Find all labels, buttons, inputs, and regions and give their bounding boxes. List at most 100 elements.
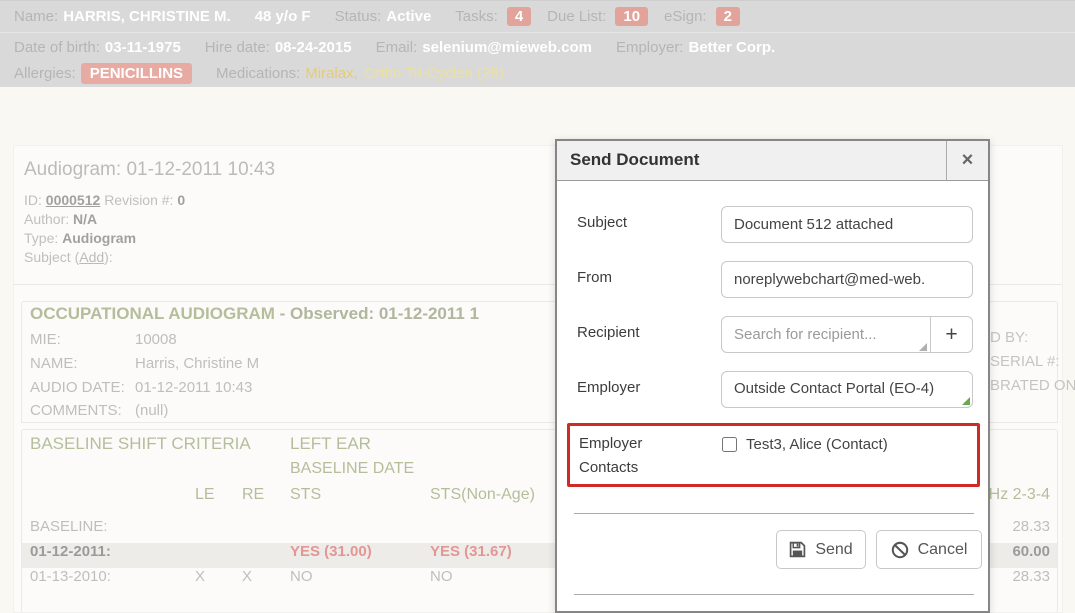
subject-input[interactable]	[721, 206, 973, 243]
row-label: 01-13-2010:	[30, 568, 111, 585]
modal-title: Send Document	[570, 150, 699, 170]
allergy-badge[interactable]: PENICILLINS	[81, 63, 192, 84]
patient-header-row-3: Allergies: PENICILLINS Medications: Mira…	[0, 60, 1075, 86]
row-sts-value: NO	[290, 568, 313, 585]
patient-header-row-1: Name: HARRIS, CHRISTINE M. 48 y/o F Stat…	[0, 1, 1075, 33]
subject-suffix: ):	[104, 249, 113, 265]
col-header-sts: STS	[290, 486, 321, 504]
audiogram-right-meta: SERIAL #:	[990, 353, 1059, 370]
send-button[interactable]: Send	[776, 530, 866, 569]
document-id-link[interactable]: 0000512	[46, 192, 101, 208]
esign-count-badge[interactable]: 2	[716, 7, 740, 26]
patient-name: HARRIS, CHRISTINE M.	[63, 8, 231, 25]
meta-value: 01-12-2011 10:43	[135, 379, 252, 396]
baseline-section-title: BASELINE SHIFT CRITERIA	[30, 434, 251, 454]
esign-label: eSign:	[664, 8, 707, 25]
cancel-button-label: Cancel	[918, 541, 968, 559]
audiogram-right-meta: D BY:	[990, 329, 1028, 346]
allergies-label: Allergies:	[14, 65, 76, 82]
document-id-line: ID: 0000512 Revision #: 0	[24, 191, 185, 210]
medication-item-2[interactable]: Ortho Tri-Cyclen (28)	[364, 65, 504, 82]
audiogram-meta-row: AUDIO DATE:01-12-2011 10:43	[30, 379, 252, 396]
name-label: Name:	[14, 8, 58, 25]
hire-date-value: 08-24-2015	[275, 39, 352, 56]
from-field-label: From	[577, 269, 612, 286]
row-sts-value: YES (31.00)	[290, 543, 372, 560]
dob-label: Date of birth:	[14, 39, 100, 56]
subject-prefix: Subject (	[24, 249, 79, 265]
document-type-line: Type: Audiogram	[24, 229, 185, 248]
save-icon	[789, 541, 806, 558]
employer-contacts-label-line1: Employer	[579, 432, 689, 456]
document-author-line: Author: N/A	[24, 210, 185, 229]
audiogram-meta-row: NAME:Harris, Christine M	[30, 355, 259, 372]
document-title: Audiogram: 01-12-2011 10:43	[24, 159, 275, 181]
meta-label: AUDIO DATE:	[30, 379, 135, 396]
meta-value: (null)	[135, 402, 168, 419]
employer-contacts-label: Employer Contacts	[579, 432, 689, 480]
employer-contact-checkbox[interactable]	[722, 437, 737, 452]
email-value: selenium@mieweb.com	[422, 39, 592, 56]
subject-add-link[interactable]: Add	[79, 249, 104, 265]
resize-handle-icon	[919, 343, 927, 351]
audiogram-right-meta: BRATED ON	[990, 377, 1075, 394]
tasks-count-badge[interactable]: 4	[507, 7, 531, 26]
meta-value: Harris, Christine M	[135, 355, 259, 372]
audiogram-title-observed: - Observed: 01-12-2011 1	[275, 304, 479, 323]
row-sts-nonage-value: NO	[430, 568, 453, 585]
meta-label: MIE:	[30, 331, 135, 348]
id-label: ID:	[24, 192, 42, 208]
row-re-value: X	[242, 568, 252, 585]
close-icon[interactable]: ×	[946, 141, 988, 181]
send-document-modal: Send Document × Subject From Recipient +…	[555, 139, 990, 613]
revision-value: 0	[177, 192, 185, 208]
audiogram-section-title: OCCUPATIONAL AUDIOGRAM - Observed: 01-12…	[30, 304, 479, 324]
subject-field-label: Subject	[577, 214, 627, 231]
author-label: Author:	[24, 211, 69, 227]
revision-label: Revision #:	[104, 192, 173, 208]
email-label: Email:	[376, 39, 418, 56]
cancel-button[interactable]: Cancel	[876, 530, 982, 569]
audiogram-title-main: OCCUPATIONAL AUDIOGRAM	[30, 304, 275, 323]
type-label: Type:	[24, 230, 58, 246]
meta-label: COMMENTS:	[30, 402, 135, 419]
due-list-count-badge[interactable]: 10	[615, 7, 648, 26]
send-button-label: Send	[815, 541, 852, 559]
tasks-label: Tasks:	[455, 8, 498, 25]
modal-header[interactable]: Send Document ×	[557, 141, 988, 181]
row-label: BASELINE:	[30, 518, 108, 535]
patient-header: Name: HARRIS, CHRISTINE M. 48 y/o F Stat…	[0, 0, 1075, 87]
recipient-search-input[interactable]	[721, 316, 931, 353]
footer-divider-top	[574, 513, 974, 514]
due-list-label: Due List:	[547, 8, 606, 25]
from-input[interactable]	[721, 261, 973, 298]
annotation-highlight-box: Employer Contacts Test3, Alice (Contact)	[567, 423, 980, 487]
cancel-icon	[891, 541, 909, 559]
employer-contacts-label-line2: Contacts	[579, 456, 689, 480]
left-ear-title: LEFT EAR	[290, 434, 371, 454]
medications-label: Medications:	[216, 65, 300, 82]
col-header-sts-nonage: STS(Non-Age)	[430, 486, 535, 504]
row-le-value: X	[195, 568, 205, 585]
medication-item-1[interactable]: Miralax,	[305, 65, 358, 82]
audiogram-meta-row: MIE:10008	[30, 331, 177, 348]
employer-contact-option[interactable]: Test3, Alice (Contact)	[722, 436, 888, 453]
row-sts-nonage-value: YES (31.67)	[430, 543, 512, 560]
row-label: 01-12-2011:	[30, 543, 111, 560]
recipient-field-label: Recipient	[577, 324, 640, 341]
status-value: Active	[386, 8, 431, 25]
status-label: Status:	[335, 8, 382, 25]
employer-select-value: Outside Contact Portal (EO-4)	[734, 380, 934, 397]
baseline-date-title: BASELINE DATE	[290, 460, 414, 478]
employer-contact-name: Test3, Alice (Contact)	[746, 436, 888, 453]
employer-value: Better Corp.	[688, 39, 775, 56]
meta-label: NAME:	[30, 355, 135, 372]
employer-label: Employer:	[616, 39, 684, 56]
employer-select[interactable]: Outside Contact Portal (EO-4)	[721, 371, 973, 408]
select-expand-icon	[962, 397, 970, 405]
footer-divider-bottom	[574, 594, 974, 595]
patient-age-sex: 48 y/o F	[255, 8, 311, 25]
employer-field-label: Employer	[577, 379, 640, 396]
meta-value: 10008	[135, 331, 177, 348]
add-recipient-button[interactable]: +	[930, 316, 973, 353]
